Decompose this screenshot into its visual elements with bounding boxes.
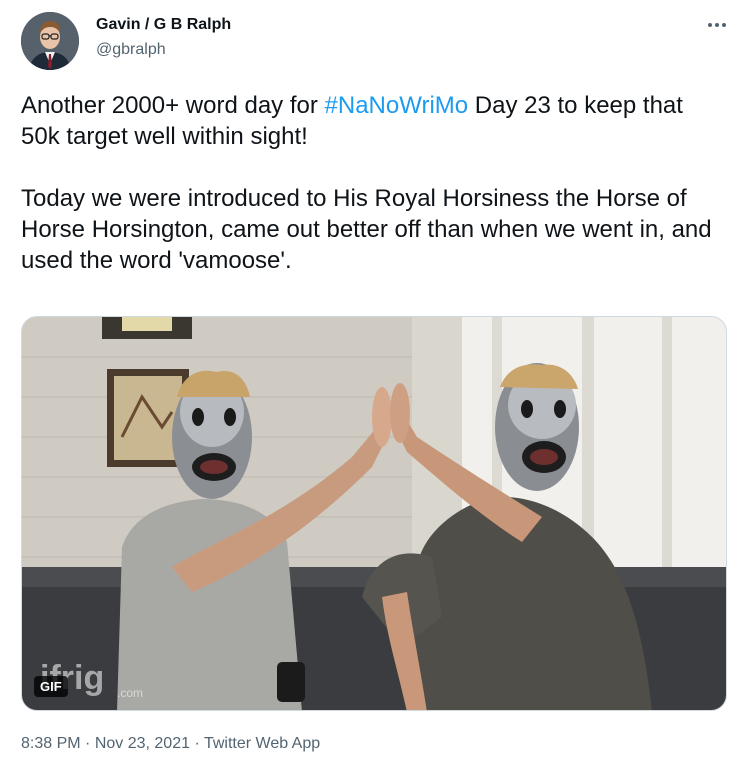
author-name[interactable]: Gavin / G B Ralph [96,16,231,34]
gif-badge: GIF [34,676,68,697]
hashtag-link[interactable]: #NaNoWriMo [325,92,469,119]
more-options-button[interactable] [702,10,732,40]
tweet-date[interactable]: Nov 23, 2021 [95,735,190,752]
tweet-source[interactable]: Twitter Web App [204,735,320,752]
meta-separator: · [80,735,95,752]
gif-media[interactable]: ifrig .com GIF [21,316,727,711]
svg-text:.com: .com [117,686,143,700]
gif-image: ifrig .com [22,317,726,710]
avatar[interactable] [21,12,79,70]
tweet-text-segment: Another 2000+ word day for [21,92,325,119]
meta-separator: · [190,735,204,752]
tweet-meta: 8:38 PM · Nov 23, 2021 · Twitter Web App [21,735,320,753]
tweet-paragraph-1: Another 2000+ word day for #NaNoWriMo Da… [21,90,721,152]
tweet-time[interactable]: 8:38 PM [21,735,81,752]
author-handle[interactable]: @gbralph [96,41,166,59]
tweet-paragraph-2: Today we were introduced to His Royal Ho… [21,185,712,274]
tweet-text: Another 2000+ word day for #NaNoWriMo Da… [21,90,721,276]
more-horizontal-icon [708,23,726,27]
avatar-portrait [21,12,79,70]
